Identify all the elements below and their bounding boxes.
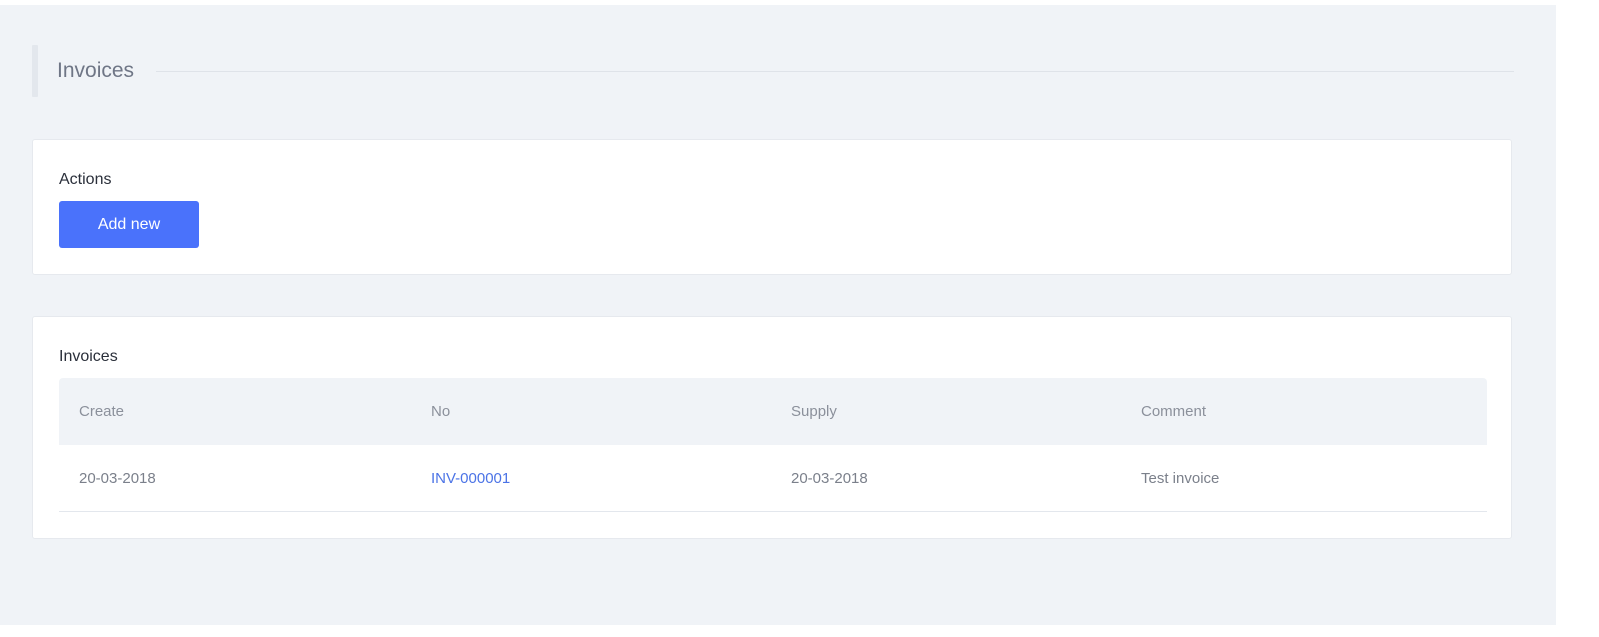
table-row: 20-03-2018 INV-000001 20-03-2018 Test in… <box>59 445 1487 512</box>
invoice-number-link[interactable]: INV-000001 <box>431 470 510 487</box>
column-header-no[interactable]: No <box>411 403 771 420</box>
invoices-card-title: Invoices <box>59 348 118 365</box>
table-header: Create No Supply Comment <box>59 378 1487 445</box>
page-title: Invoices <box>57 59 135 82</box>
column-header-supply[interactable]: Supply <box>771 403 1121 420</box>
header-divider <box>156 70 1514 72</box>
actions-card-title: Actions <box>59 171 112 188</box>
invoices-table: Create No Supply Comment 20-03-2018 INV-… <box>59 378 1487 512</box>
invoices-card: Invoices Create No Supply Comment 20-03-… <box>32 316 1512 539</box>
cell-comment: Test invoice <box>1141 469 1220 487</box>
column-header-comment[interactable]: Comment <box>1121 403 1487 420</box>
page-header: Invoices <box>32 45 1514 97</box>
actions-card: Actions Add new <box>32 139 1512 275</box>
add-new-button[interactable]: Add new <box>59 201 199 248</box>
cell-invoice-number: INV-000001 <box>411 470 771 487</box>
column-header-create[interactable]: Create <box>59 403 411 420</box>
cell-supply-date: 20-03-2018 <box>791 469 868 487</box>
cell-create-date: 20-03-2018 <box>79 469 156 487</box>
header-accent-bar <box>32 45 38 97</box>
page-content: Invoices Actions Add new Invoices Create… <box>0 5 1556 625</box>
